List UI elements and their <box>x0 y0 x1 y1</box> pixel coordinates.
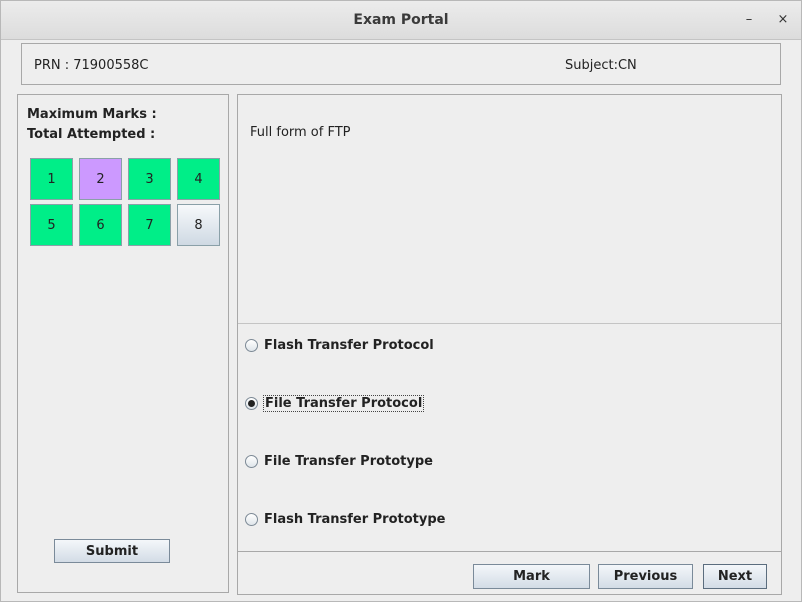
option-label: File Transfer Prototype <box>264 453 433 469</box>
maximum-marks-label: Maximum Marks : <box>27 107 157 122</box>
next-button[interactable]: Next <box>703 564 767 589</box>
title-bar[interactable]: Exam Portal – × <box>1 1 801 40</box>
submit-button[interactable]: Submit <box>54 539 170 563</box>
option-3[interactable]: File Transfer Prototype <box>245 452 434 470</box>
option-label: Flash Transfer Prototype <box>264 511 446 527</box>
question-button-4[interactable]: 4 <box>177 158 220 200</box>
question-button-5[interactable]: 5 <box>30 204 73 246</box>
option-1[interactable]: Flash Transfer Protocol <box>245 336 435 354</box>
radio-button[interactable] <box>245 454 258 468</box>
question-button-3[interactable]: 3 <box>128 158 171 200</box>
option-label: Flash Transfer Protocol <box>264 337 434 353</box>
close-icon[interactable]: × <box>773 10 793 30</box>
option-2[interactable]: File Transfer Protocol <box>245 394 425 412</box>
mark-button[interactable]: Mark <box>473 564 590 589</box>
radio-button[interactable] <box>245 338 258 352</box>
prn-label: PRN : 71900558C <box>34 58 149 73</box>
minimize-icon[interactable]: – <box>739 10 759 30</box>
question-panel: Full form of FTP Flash Transfer Protocol… <box>237 94 782 595</box>
question-button-2[interactable]: 2 <box>79 158 122 200</box>
option-label: File Transfer Protocol <box>263 394 425 412</box>
total-attempted-label: Total Attempted : <box>27 127 156 142</box>
question-text: Full form of FTP <box>250 125 351 140</box>
question-button-1[interactable]: 1 <box>30 158 73 200</box>
radio-button[interactable] <box>245 396 258 410</box>
exam-portal-window: Exam Portal – × PRN : 71900558C Subject:… <box>0 0 802 602</box>
question-area: Full form of FTP <box>238 95 781 324</box>
navigation-bar: Mark Previous Next <box>238 551 781 595</box>
previous-button[interactable]: Previous <box>598 564 693 589</box>
question-button-8[interactable]: 8 <box>177 204 220 246</box>
option-4[interactable]: Flash Transfer Prototype <box>245 510 446 528</box>
subject-label: Subject:CN <box>565 58 637 73</box>
header-panel: PRN : 71900558C Subject:CN <box>21 43 781 85</box>
question-button-7[interactable]: 7 <box>128 204 171 246</box>
question-navigator-panel: Maximum Marks : Total Attempted : 1 2 3 … <box>17 94 229 593</box>
radio-button[interactable] <box>245 512 258 526</box>
window-title: Exam Portal <box>353 12 449 28</box>
question-button-6[interactable]: 6 <box>79 204 122 246</box>
